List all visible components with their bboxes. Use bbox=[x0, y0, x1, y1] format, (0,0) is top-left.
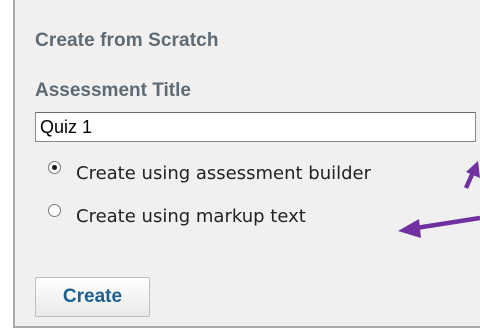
option-assessment-builder-label: Create using assessment builder bbox=[76, 163, 372, 184]
create-from-scratch-panel: Create from Scratch Assessment Title Cre… bbox=[13, 0, 480, 328]
radio-markup-text[interactable] bbox=[48, 204, 61, 217]
radio-assessment-builder[interactable] bbox=[48, 161, 61, 174]
assessment-title-label: Assessment Title bbox=[35, 80, 191, 101]
option-markup-text-label: Create using markup text bbox=[76, 206, 306, 227]
assessment-title-input[interactable] bbox=[35, 112, 476, 142]
option-assessment-builder[interactable]: Create using assessment builder bbox=[48, 161, 372, 184]
section-title: Create from Scratch bbox=[35, 30, 219, 51]
create-button[interactable]: Create bbox=[35, 277, 150, 317]
option-markup-text[interactable]: Create using markup text bbox=[48, 204, 306, 227]
